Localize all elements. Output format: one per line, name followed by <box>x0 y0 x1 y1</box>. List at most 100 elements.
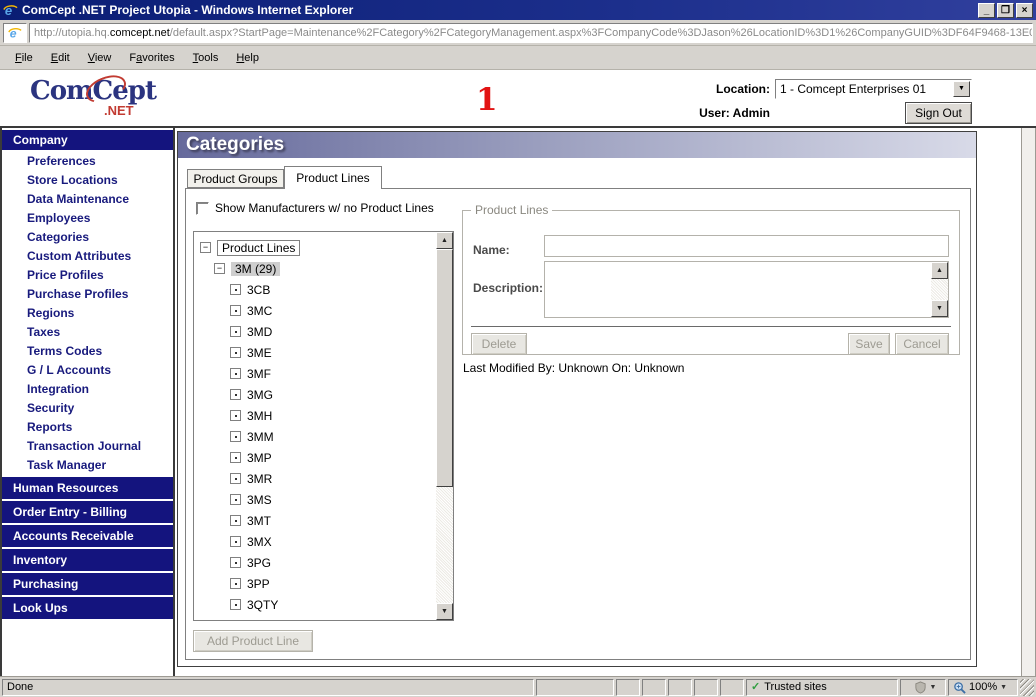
sidebar-section-header[interactable]: Look Ups <box>2 597 173 619</box>
scroll-up-button[interactable]: ▲ <box>931 262 948 279</box>
scroll-down-button[interactable]: ▼ <box>436 603 453 620</box>
collapse-icon[interactable]: − <box>214 263 225 274</box>
maximize-button[interactable]: ❐ <box>997 2 1014 18</box>
tab-product-lines[interactable]: Product Lines <box>284 166 382 189</box>
tree-leaf-icon[interactable] <box>230 515 241 526</box>
tree-leaf-label[interactable]: 3MM <box>247 430 274 444</box>
tree-leaf-row[interactable]: 3MX <box>200 531 436 552</box>
sign-out-button[interactable]: Sign Out <box>905 102 972 124</box>
sidebar-item[interactable]: G / L Accounts <box>2 361 173 380</box>
tree-leaf-label[interactable]: 3QTY <box>247 598 278 612</box>
sidebar-item[interactable]: Taxes <box>2 323 173 342</box>
tree-group-row[interactable]: − 3M (29) <box>200 258 436 279</box>
tab-product-groups[interactable]: Product Groups <box>187 169 284 188</box>
delete-button[interactable]: Delete <box>471 333 527 355</box>
sidebar-section-header[interactable]: Order Entry - Billing <box>2 501 173 523</box>
tree-leaf-icon[interactable] <box>230 452 241 463</box>
location-dropdown-arrow-icon[interactable]: ▼ <box>953 81 970 97</box>
sidebar-item[interactable]: Price Profiles <box>2 266 173 285</box>
scroll-up-button[interactable]: ▲ <box>436 232 453 249</box>
name-field[interactable] <box>544 235 949 257</box>
sidebar-item[interactable]: Preferences <box>2 152 173 171</box>
dropdown-arrow-icon[interactable]: ▼ <box>1000 680 1007 695</box>
tree-leaf-label[interactable]: 3MH <box>247 409 272 423</box>
tree-leaf-icon[interactable] <box>230 368 241 379</box>
sidebar-section-header[interactable]: Purchasing <box>2 573 173 595</box>
sidebar-item[interactable]: Terms Codes <box>2 342 173 361</box>
tree-leaf-label[interactable]: 3MX <box>247 535 272 549</box>
scroll-down-button[interactable]: ▼ <box>931 300 948 317</box>
tree-leaf-icon[interactable] <box>230 494 241 505</box>
menu-edit[interactable]: Edit <box>42 49 79 67</box>
tree-leaf-row[interactable]: 3MF <box>200 363 436 384</box>
tree-leaf-label[interactable]: 3PG <box>247 556 271 570</box>
tree-leaf-icon[interactable] <box>230 578 241 589</box>
tree-leaf-icon[interactable] <box>230 347 241 358</box>
sidebar-item[interactable]: Data Maintenance <box>2 190 173 209</box>
tree-leaf-icon[interactable] <box>230 431 241 442</box>
sidebar-item[interactable]: Custom Attributes <box>2 247 173 266</box>
sidebar-section-header[interactable]: Inventory <box>2 549 173 571</box>
zoom-panel[interactable]: 100% ▼ <box>948 678 1018 696</box>
sidebar-item[interactable]: Categories <box>2 228 173 247</box>
tree-group-label-selected[interactable]: 3M (29) <box>231 261 281 276</box>
tree-root-row[interactable]: − Product Lines <box>200 237 436 258</box>
window-scrollbar[interactable] <box>1021 128 1036 676</box>
close-button[interactable]: × <box>1016 2 1033 18</box>
sidebar-item[interactable]: Integration <box>2 380 173 399</box>
minimize-button[interactable]: _ <box>978 2 995 18</box>
tree-leaf-label[interactable]: 3CB <box>247 283 270 297</box>
tree-leaf-label[interactable]: 3MC <box>247 304 272 318</box>
tree-leaf-label[interactable]: 3MD <box>247 325 272 339</box>
tree-leaf-row[interactable]: 3MH <box>200 405 436 426</box>
dropdown-arrow-icon[interactable]: ▼ <box>930 680 937 695</box>
url-field[interactable]: http://utopia.hq.comcept.net/default.asp… <box>29 22 1033 43</box>
tree-scrollbar[interactable]: ▲ ▼ <box>436 232 453 620</box>
menu-favorites[interactable]: Favorites <box>120 49 183 67</box>
scroll-thumb[interactable] <box>436 249 453 487</box>
resize-grip[interactable] <box>1020 678 1034 696</box>
description-field[interactable]: ▲ ▼ <box>544 261 949 318</box>
tree-leaf-label[interactable]: 3MS <box>247 493 272 507</box>
tree-leaf-icon[interactable] <box>230 389 241 400</box>
tree-leaf-icon[interactable] <box>230 599 241 610</box>
tree-leaf-row[interactable]: 3CB <box>200 279 436 300</box>
sidebar-item[interactable]: Reports <box>2 418 173 437</box>
tree-leaf-row[interactable]: 3MT <box>200 510 436 531</box>
tree-root-label[interactable]: Product Lines <box>217 239 301 256</box>
save-button[interactable]: Save <box>848 333 890 355</box>
sidebar-section-company[interactable]: Company <box>2 130 173 150</box>
tree-leaf-row[interactable]: 3MP <box>200 447 436 468</box>
sidebar-item[interactable]: Transaction Journal <box>2 437 173 456</box>
tree-leaf-label[interactable]: 3MR <box>247 472 272 486</box>
tree-leaf-row[interactable]: 3QTY <box>200 594 436 615</box>
tree-leaf-row[interactable]: 3MG <box>200 384 436 405</box>
tree-leaf-row[interactable]: 3MS <box>200 489 436 510</box>
sidebar-section-header[interactable]: Accounts Receivable <box>2 525 173 547</box>
description-scrollbar[interactable]: ▲ ▼ <box>931 262 948 317</box>
tree-leaf-icon[interactable] <box>230 305 241 316</box>
tree-leaf-row[interactable]: 3MM <box>200 426 436 447</box>
tree-leaf-icon[interactable] <box>230 557 241 568</box>
tree-leaf-icon[interactable] <box>230 410 241 421</box>
sidebar-item[interactable]: Purchase Profiles <box>2 285 173 304</box>
sidebar-item[interactable]: Employees <box>2 209 173 228</box>
tree-leaf-icon[interactable] <box>230 284 241 295</box>
sidebar-item[interactable]: Task Manager <box>2 456 173 475</box>
sidebar-item[interactable]: Store Locations <box>2 171 173 190</box>
menu-file[interactable]: File <box>6 49 42 67</box>
tree-leaf-row[interactable]: 3MR <box>200 468 436 489</box>
tree-leaf-icon[interactable] <box>230 326 241 337</box>
tree-leaf-icon[interactable] <box>230 473 241 484</box>
tree-leaf-row[interactable]: 3PP <box>200 573 436 594</box>
tree-leaf-label[interactable]: 3MG <box>247 388 273 402</box>
cancel-button[interactable]: Cancel <box>895 333 949 355</box>
tree-leaf-row[interactable]: 3MC <box>200 300 436 321</box>
protected-mode-panel[interactable]: ▼ <box>900 678 946 696</box>
tree-leaf-label[interactable]: 3PP <box>247 577 270 591</box>
add-product-line-button[interactable]: Add Product Line <box>193 630 313 652</box>
tree-leaf-icon[interactable] <box>230 536 241 547</box>
tree-leaf-row[interactable]: 3ME <box>200 342 436 363</box>
menu-help[interactable]: Help <box>227 49 268 67</box>
collapse-icon[interactable]: − <box>200 242 211 253</box>
